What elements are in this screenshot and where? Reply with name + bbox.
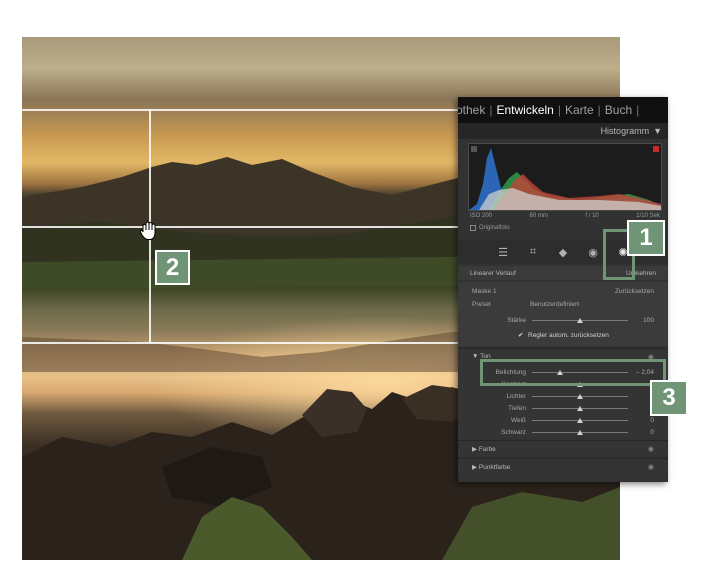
develop-panel: othek | Entwickeln | Karte | Buch | Hist… xyxy=(458,97,668,482)
checkbox-icon[interactable] xyxy=(470,225,476,231)
tone-slider-label: Lichter xyxy=(506,392,526,400)
shutter-speed: 1/10 Sek xyxy=(636,213,660,219)
tone-slider-label: Schwarz xyxy=(501,428,526,436)
module-separator: | xyxy=(636,103,640,117)
strength-thumb[interactable] xyxy=(577,318,583,323)
tone-slider-thumb[interactable] xyxy=(577,406,583,411)
mask-row: Maske 1 Zurücksetzen xyxy=(458,286,668,296)
tone-slider-row: Weiß 0 xyxy=(458,415,668,425)
preset-label: Preset xyxy=(472,300,491,308)
iso-value: ISO 200 xyxy=(470,213,493,219)
histogram-header[interactable]: Histogramm ▼ xyxy=(458,123,668,139)
histogram-graph xyxy=(469,146,661,210)
tone-slider-row: Tiefen0 xyxy=(458,403,668,413)
color-header[interactable]: ▶ Farbe ◉ xyxy=(458,440,668,456)
expand-triangle-icon[interactable]: ▶ xyxy=(472,464,479,471)
tone-slider-row: Schwarz 0 xyxy=(458,427,668,437)
mask-label: Maske 1 xyxy=(472,287,497,295)
strength-row: Stärke 100 xyxy=(458,315,668,325)
exposure-highlight xyxy=(480,359,666,386)
expand-triangle-icon[interactable]: ▼ xyxy=(472,353,480,360)
collapse-triangle-icon[interactable]: ▼ xyxy=(653,126,662,136)
point-color-title: Punktfarbe xyxy=(478,463,511,471)
expand-triangle-icon[interactable]: ▶ xyxy=(472,446,479,453)
aperture: f / 10 xyxy=(585,213,599,219)
color-section: ▶ Farbe ◉ xyxy=(458,440,668,456)
sliders-icon[interactable]: ☰ xyxy=(495,246,511,259)
mask-header: Linearer Verlauf Umkehren xyxy=(458,266,668,280)
annotation-badge-3: 3 xyxy=(650,380,688,416)
tone-slider-thumb[interactable] xyxy=(577,418,583,423)
mask-type: Linearer Verlauf xyxy=(470,269,516,277)
preset-row: Preset Benutzerdefiniert xyxy=(458,299,668,309)
focal-length: 60 mm xyxy=(529,213,548,219)
reset-button[interactable]: Zurücksetzen xyxy=(615,288,654,295)
original-photo-label: Originalfoto xyxy=(479,225,510,231)
module-book[interactable]: Buch xyxy=(605,103,632,117)
original-photo-toggle[interactable]: Originalfoto xyxy=(470,225,510,231)
annotation-badge-1: 1 xyxy=(627,220,665,256)
module-library[interactable]: othek xyxy=(458,103,485,117)
module-separator: | xyxy=(489,103,493,117)
point-color-header[interactable]: ▶ Punktfarbe ◉ xyxy=(458,458,668,474)
module-separator: | xyxy=(557,103,561,117)
eye-icon[interactable]: ◉ xyxy=(648,463,654,471)
auto-reset-checkbox-icon[interactable]: ✔ xyxy=(518,331,523,339)
auto-reset-label: Regler autom. zurücksetzen xyxy=(528,331,609,339)
tone-slider-thumb[interactable] xyxy=(577,430,583,435)
redeye-icon[interactable]: ◉ xyxy=(585,246,601,259)
tone-slider-thumb[interactable] xyxy=(577,394,583,399)
crop-icon[interactable]: ⌗ xyxy=(525,246,541,259)
histogram[interactable] xyxy=(468,143,662,211)
tone-slider-label: Weiß xyxy=(510,416,526,424)
tone-slider-label: Tiefen xyxy=(508,404,526,412)
point-color-section: ▶ Punktfarbe ◉ xyxy=(458,458,668,474)
tone-slider-value[interactable]: 0 xyxy=(650,417,654,424)
eye-icon[interactable]: ◉ xyxy=(648,445,654,453)
module-develop[interactable]: Entwickeln xyxy=(496,103,553,117)
histogram-title: Histogramm xyxy=(600,126,650,136)
color-title: Farbe xyxy=(478,445,496,453)
strength-label: Stärke xyxy=(507,316,526,324)
strength-value: 100 xyxy=(643,316,654,324)
heal-icon[interactable]: ◆ xyxy=(555,246,571,259)
preset-dropdown[interactable]: Benutzerdefiniert xyxy=(530,301,579,308)
tone-slider-value[interactable]: 0 xyxy=(650,429,654,436)
hand-cursor-icon[interactable] xyxy=(138,220,160,242)
auto-reset-row[interactable]: ✔ Regler autom. zurücksetzen xyxy=(458,330,668,340)
module-separator: | xyxy=(597,103,601,117)
shadow-clipping-icon xyxy=(471,146,477,152)
exif-info: ISO 200 60 mm f / 10 1/10 Sek xyxy=(470,213,660,219)
tone-slider-row: Lichter0 xyxy=(458,391,668,401)
highlight-clipping-icon xyxy=(653,146,659,152)
module-picker: othek | Entwickeln | Karte | Buch | xyxy=(458,97,668,123)
mask-settings: Maske 1 Zurücksetzen Preset Benutzerdefi… xyxy=(458,282,668,346)
module-map[interactable]: Karte xyxy=(565,103,594,117)
annotation-badge-2: 2 xyxy=(155,250,190,285)
